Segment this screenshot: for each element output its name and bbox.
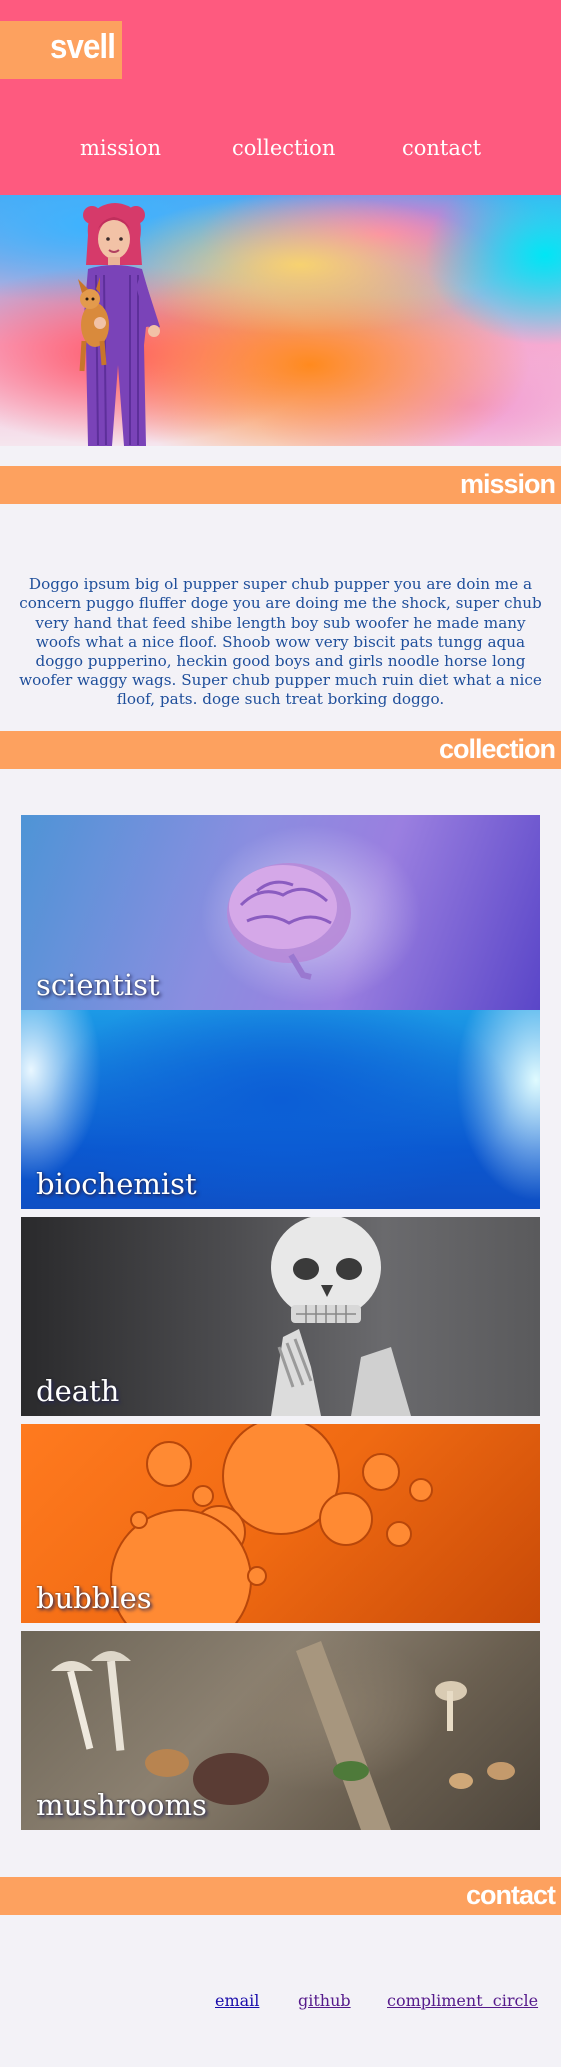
- contact-section-bar: contact: [0, 1877, 561, 1915]
- card-label-biochemist: biochemist: [36, 1167, 197, 1201]
- mission-section-bar: mission: [0, 466, 561, 504]
- hero-banner: [0, 195, 561, 446]
- mission-heading: mission: [459, 469, 556, 499]
- card-label-bubbles: bubbles: [36, 1581, 152, 1615]
- collection-section-bar: collection: [0, 731, 561, 769]
- nav-link-mission[interactable]: mission: [80, 136, 161, 160]
- site-logo[interactable]: svell: [50, 28, 116, 67]
- nav-link-contact[interactable]: contact: [402, 136, 481, 160]
- card-label-mushrooms: mushrooms: [36, 1788, 207, 1822]
- card-label-death: death: [36, 1374, 120, 1408]
- collection-heading: collection: [438, 734, 556, 764]
- collection-card-bubbles[interactable]: bubbles: [21, 1424, 540, 1623]
- email-link[interactable]: email: [215, 1991, 259, 2010]
- collection-card-mushrooms[interactable]: mushrooms: [21, 1631, 540, 1830]
- github-link[interactable]: github: [298, 1991, 351, 2010]
- collection-card-scientist[interactable]: scientist: [21, 815, 540, 1010]
- mission-paragraph: Doggo ipsum big ol pupper super chub pup…: [19, 575, 542, 709]
- nav-link-collection[interactable]: collection: [232, 136, 335, 160]
- contact-heading: contact: [465, 1880, 556, 1910]
- collection-card-death[interactable]: death: [21, 1217, 540, 1416]
- collection-card-biochemist[interactable]: biochemist: [21, 1010, 540, 1209]
- compliment-circle-link[interactable]: compliment circle: [387, 1991, 538, 2010]
- site-header: svell mission collection contact: [0, 0, 561, 195]
- card-label-scientist: scientist: [36, 968, 160, 1002]
- hero-illustration: [78, 203, 160, 446]
